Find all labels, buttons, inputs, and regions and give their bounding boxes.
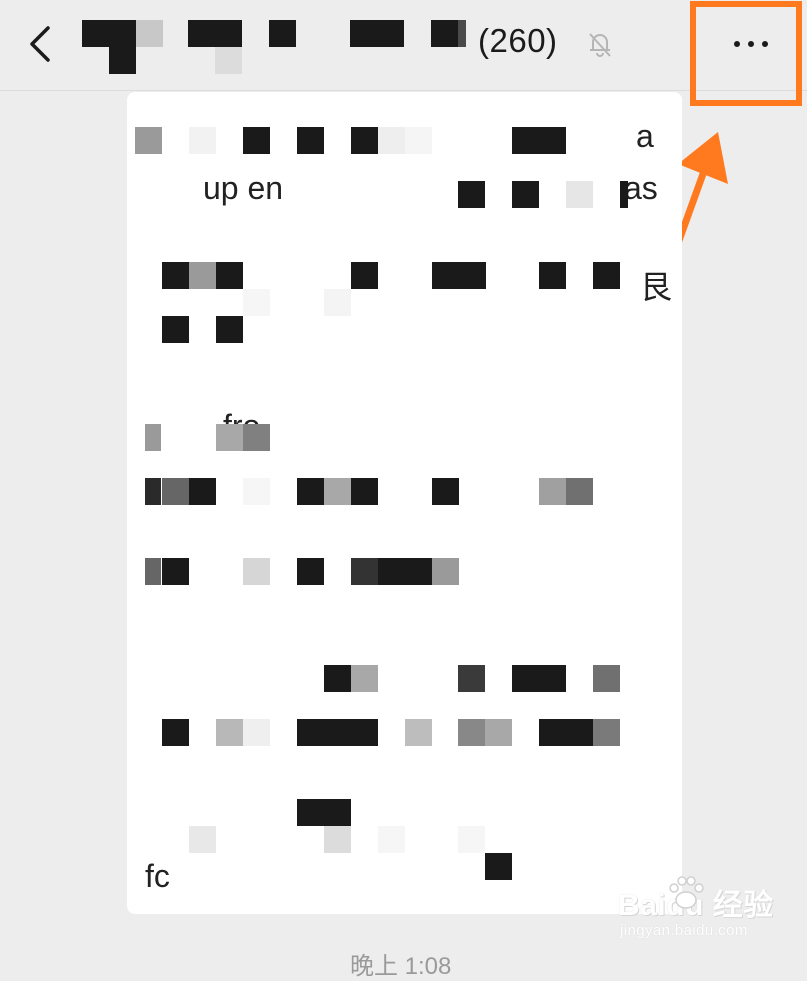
message-fragment: 艮 (640, 269, 673, 305)
message-fragment: a (636, 118, 654, 154)
watermark-url: jingyan.baidu.com (620, 922, 748, 939)
message-card[interactable]: a up en as 艮 fro fc (127, 92, 682, 914)
more-dot (734, 41, 740, 47)
message-fragment: as (624, 170, 658, 206)
chat-header: (260) (0, 0, 807, 91)
more-dot (762, 41, 768, 47)
message-fragment: up en (203, 170, 284, 206)
more-options-button[interactable] (717, 20, 785, 68)
bell-off-icon (589, 33, 611, 57)
back-icon[interactable] (24, 24, 60, 64)
paw-icon (669, 876, 704, 909)
message-fragment: fc (145, 858, 170, 894)
chat-member-count: (260) (478, 22, 558, 59)
more-dot (748, 41, 754, 47)
message-timestamp: 晚上 1:08 (350, 953, 452, 980)
